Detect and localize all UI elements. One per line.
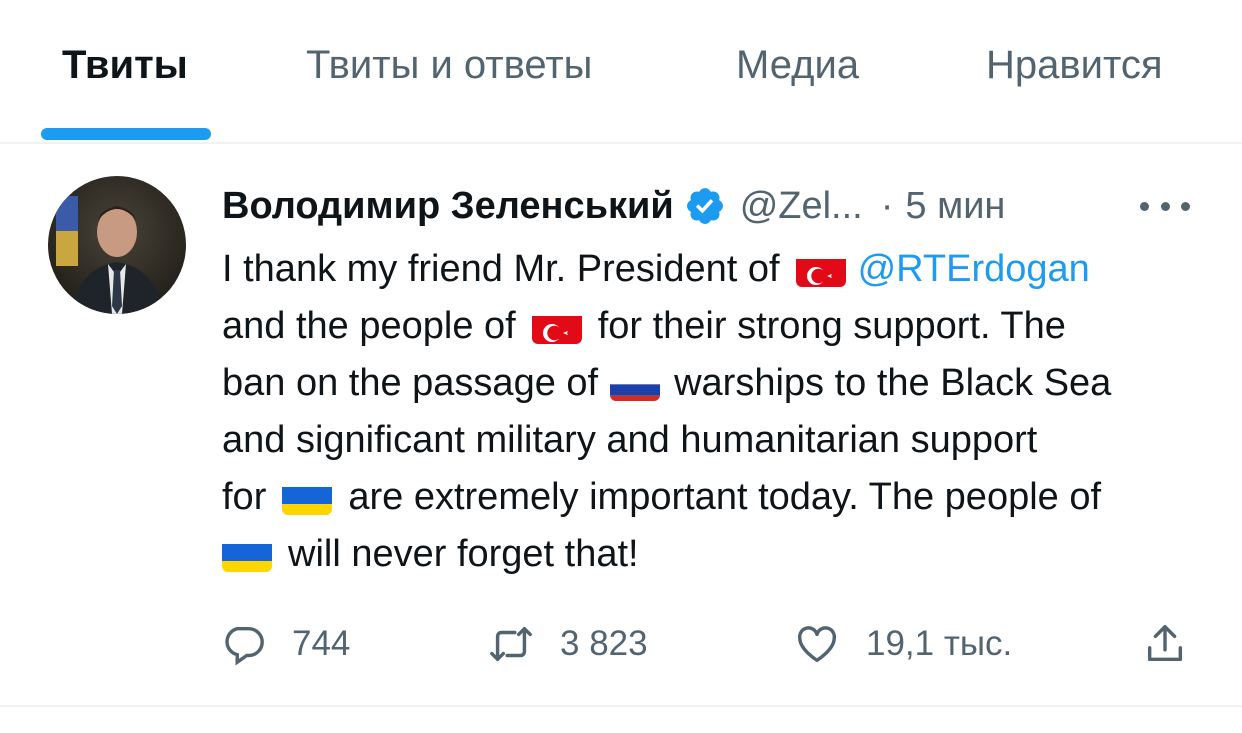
profile-tabs: Твиты Твиты и ответы Медиа Нравится: [0, 0, 1242, 144]
verified-badge-icon: [686, 188, 723, 224]
mention-link[interactable]: @RTErdogan: [858, 241, 1090, 298]
ukraine-flag-icon: [282, 481, 333, 515]
tab-likes[interactable]: Нравится: [986, 38, 1163, 92]
separator-dot: ·: [880, 184, 894, 227]
tweet-text-line: and the people of: [222, 305, 516, 347]
like-count: 19,1 тыс.: [866, 624, 1013, 663]
tweet-actions: 744 3 823 19,1 тыс.: [0, 612, 1242, 676]
share-icon: [1147, 625, 1183, 662]
tweet-header: Володимир Зеленський @Zel... · 5 мин: [222, 180, 1005, 232]
divider: [0, 705, 1242, 707]
reply-count: 744: [292, 624, 351, 663]
like-button[interactable]: 19,1 тыс.: [794, 612, 1012, 676]
avatar[interactable]: [48, 176, 186, 314]
retweet-count: 3 823: [560, 624, 648, 663]
russia-flag-icon: [610, 367, 661, 401]
retweet-button[interactable]: 3 823: [488, 612, 648, 676]
turkey-flag-icon: [795, 253, 846, 287]
tab-tweets-and-replies[interactable]: Твиты и ответы: [306, 38, 592, 92]
tweet-text-line: will never forget that!: [288, 533, 639, 575]
turkey-flag-icon: [531, 310, 582, 344]
tweet-text-line: ban on the passage of: [222, 362, 599, 404]
tweet-text-line: for: [222, 476, 267, 518]
tweet-text-line: warships to the Black Sea: [674, 362, 1112, 404]
author-name[interactable]: Володимир Зеленський: [222, 185, 674, 228]
ukraine-flag-icon: [222, 538, 272, 572]
heart-icon: [798, 626, 836, 663]
reply-button[interactable]: 744: [220, 612, 350, 676]
tab-tweets[interactable]: Твиты: [62, 38, 188, 92]
tweet-text-line: are extremely important today. The peopl…: [348, 476, 1102, 518]
tweet-time[interactable]: 5 мин: [905, 185, 1005, 228]
reply-icon: [225, 626, 264, 666]
more-options-icon[interactable]: [1140, 196, 1190, 216]
retweet-icon: [490, 626, 532, 662]
share-button[interactable]: [1142, 612, 1188, 676]
tweet-text: I thank my friend Mr. President of @RTEr…: [222, 241, 1212, 583]
author-handle[interactable]: @Zel...: [740, 185, 863, 228]
tweet-text-line: for their strong support. The: [597, 305, 1066, 347]
active-tab-indicator: [41, 128, 211, 140]
tab-media[interactable]: Медиа: [736, 38, 859, 92]
tweet-text-line: and significant military and humanitaria…: [222, 419, 1038, 461]
tweet-text-line: I thank my friend Mr. President of: [222, 248, 780, 290]
